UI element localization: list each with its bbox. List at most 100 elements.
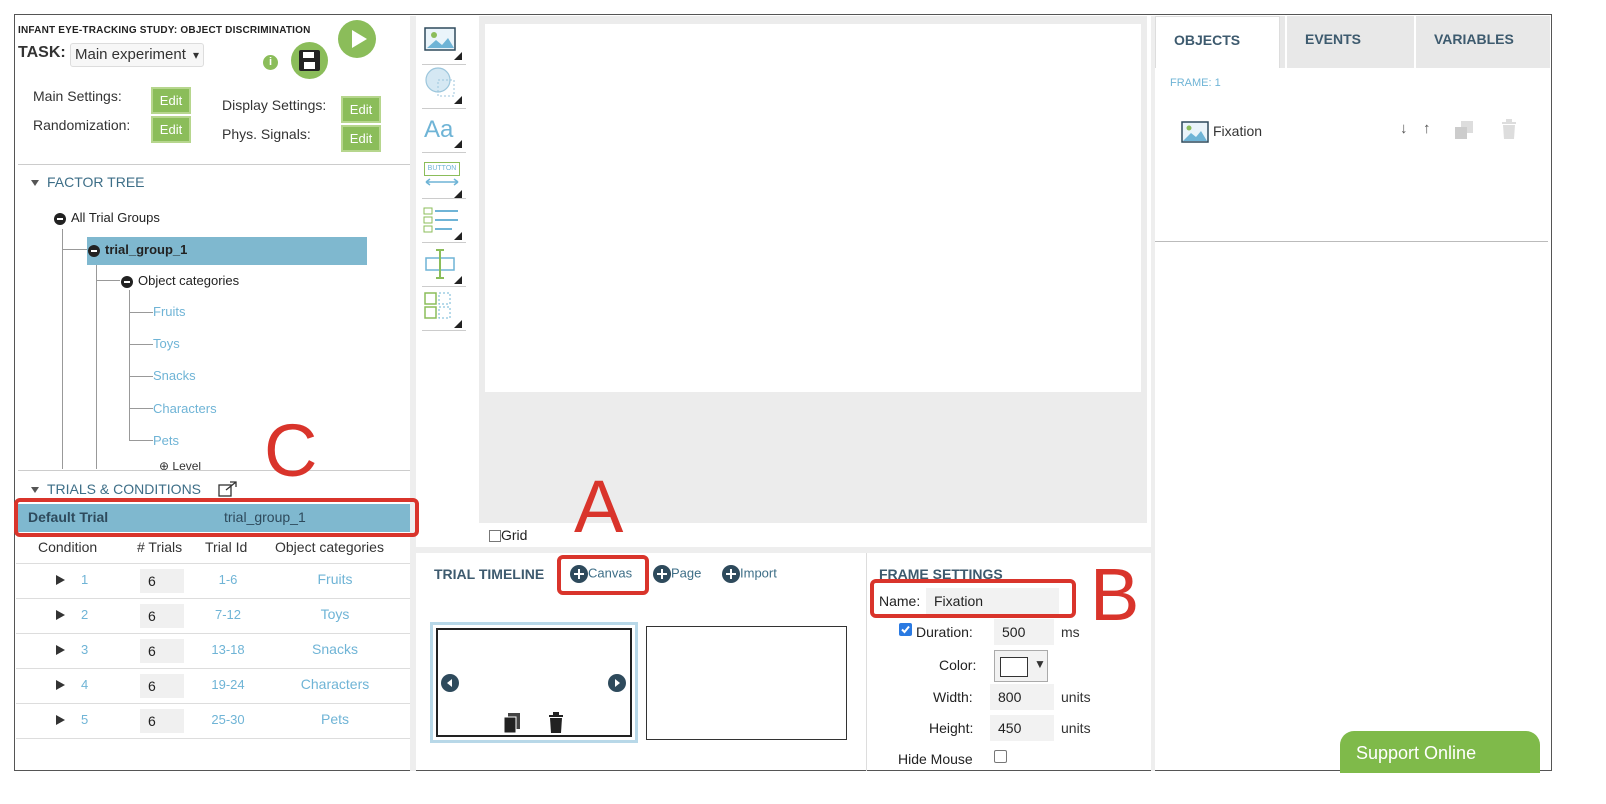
height-unit: units (1061, 720, 1091, 736)
tab-events[interactable]: EVENTS (1285, 16, 1412, 68)
tree-group[interactable]: trial_group_1 (88, 242, 187, 257)
save-icon[interactable] (291, 42, 328, 79)
panel-divider[interactable] (410, 16, 416, 771)
play-icon[interactable] (338, 20, 376, 58)
width-label: Width: (933, 689, 973, 705)
tree-level[interactable]: Characters (153, 401, 217, 416)
condition-number: 4 (81, 677, 89, 692)
trials-count-input[interactable]: 6 (140, 604, 184, 628)
tree-root[interactable]: All Trial Groups (54, 210, 160, 225)
task-select-value: Main experiment (75, 46, 186, 63)
tree-factor[interactable]: Object categories (121, 273, 239, 288)
popout-icon[interactable] (218, 481, 238, 497)
trials-count-input[interactable]: 6 (140, 639, 184, 663)
phys-signals-edit-button[interactable]: Edit (341, 125, 381, 152)
stimulus-canvas[interactable] (485, 24, 1141, 392)
duration-label: Duration: (916, 624, 973, 640)
info-icon[interactable]: i (263, 55, 278, 70)
copy-object-icon[interactable] (1453, 120, 1475, 140)
task-select[interactable]: Main experiment ▾ (70, 43, 204, 67)
list-tool-icon[interactable] (422, 200, 466, 244)
hide-mouse-checkbox[interactable] (994, 750, 1007, 763)
trials-count-input[interactable]: 6 (140, 709, 184, 733)
tree-line (129, 440, 153, 441)
main-settings-label: Main Settings: (33, 88, 122, 104)
duration-unit: ms (1061, 624, 1080, 640)
collapse-circle-icon (54, 212, 66, 225)
divider (18, 470, 410, 471)
grid-label: Grid (501, 527, 528, 543)
shape-tool-icon[interactable] (422, 64, 466, 108)
frame-number-label: FRAME: 1 (1170, 77, 1221, 89)
move-left-icon[interactable] (441, 674, 459, 692)
trials-count-input[interactable]: 6 (140, 674, 184, 698)
duplicate-icon[interactable] (503, 712, 521, 734)
task-label: TASK: (18, 44, 66, 61)
tree-level[interactable]: Toys (153, 336, 180, 351)
tree-level[interactable]: Fruits (153, 304, 186, 319)
annotation-letter-a: A (574, 465, 624, 548)
tab-objects[interactable]: OBJECTS (1155, 16, 1280, 68)
expand-row-icon[interactable] (56, 610, 65, 620)
collapse-circle-icon (121, 275, 133, 288)
duration-checkbox[interactable] (899, 623, 912, 636)
button-tool-icon[interactable]: BUTTON (422, 158, 466, 202)
trial-id: 19-24 (211, 677, 245, 692)
expand-row-icon[interactable] (56, 715, 65, 725)
timeline-frame-selected[interactable] (430, 622, 638, 743)
tree-line (62, 249, 88, 250)
panel-divider[interactable] (416, 547, 1151, 553)
trial-timeline-title: TRIAL TIMELINE (434, 566, 545, 582)
object-category: Pets (320, 711, 349, 727)
tab-variables[interactable]: VARIABLES (1414, 16, 1550, 68)
column-header-condition: Condition (38, 539, 98, 555)
randomization-edit-button[interactable]: Edit (151, 116, 191, 143)
height-input[interactable]: 450 (990, 715, 1054, 741)
import-button[interactable]: Import (722, 565, 777, 583)
grid-checkbox[interactable] (489, 530, 501, 543)
chevron-down-icon: ▼ (1034, 657, 1046, 671)
main-settings-edit-button[interactable]: Edit (151, 87, 191, 114)
panel-divider[interactable] (1151, 16, 1155, 771)
tree-line (62, 229, 63, 469)
trials-count-input[interactable]: 6 (140, 569, 184, 593)
input-tool-icon[interactable] (422, 244, 466, 288)
tree-level[interactable]: Pets (153, 433, 179, 448)
column-header-object-categories: Object categories (275, 539, 384, 555)
expand-row-icon[interactable] (56, 680, 65, 690)
move-down-icon[interactable]: ↓ (1400, 120, 1408, 137)
factor-tree-header[interactable]: FACTOR TREE (31, 174, 145, 190)
image-tool-icon[interactable] (422, 20, 466, 64)
support-online-button[interactable]: Support Online (1340, 731, 1540, 773)
randomization-label: Randomization: (33, 117, 131, 133)
object-name[interactable]: Fixation (1213, 123, 1262, 139)
row-divider (16, 563, 410, 564)
move-right-icon[interactable] (608, 674, 626, 692)
text-tool-icon[interactable]: Aa (422, 108, 466, 152)
layout-tool-icon[interactable] (422, 288, 466, 332)
object-category: Snacks (312, 641, 358, 657)
column-header-trial-id: Trial Id (205, 539, 248, 555)
move-up-icon[interactable]: ↑ (1423, 120, 1431, 137)
expand-row-icon[interactable] (56, 575, 65, 585)
timeline-frame[interactable] (646, 626, 847, 740)
duration-input[interactable]: 500 (994, 619, 1054, 645)
add-page-button[interactable]: Page (653, 565, 701, 583)
tool-divider (422, 286, 466, 287)
column-header-trials: # Trials (137, 539, 183, 555)
trials-conditions-header[interactable]: TRIALS & CONDITIONS (31, 481, 201, 497)
display-settings-edit-button[interactable]: Edit (341, 96, 381, 123)
tool-divider (422, 198, 466, 199)
annotation-box-c (14, 498, 419, 537)
collapse-circle-icon (88, 244, 100, 257)
chevron-down-icon: ▾ (192, 48, 199, 62)
expand-row-icon[interactable] (56, 645, 65, 655)
row-divider (16, 738, 410, 739)
delete-object-icon[interactable] (1501, 119, 1517, 140)
grid-toggle[interactable]: Grid (489, 527, 527, 543)
width-input[interactable]: 800 (990, 684, 1054, 710)
tree-level[interactable]: Snacks (153, 368, 196, 383)
object-category: Characters (300, 676, 370, 692)
trash-icon[interactable] (548, 712, 564, 734)
color-picker[interactable]: ▼ (994, 650, 1048, 682)
